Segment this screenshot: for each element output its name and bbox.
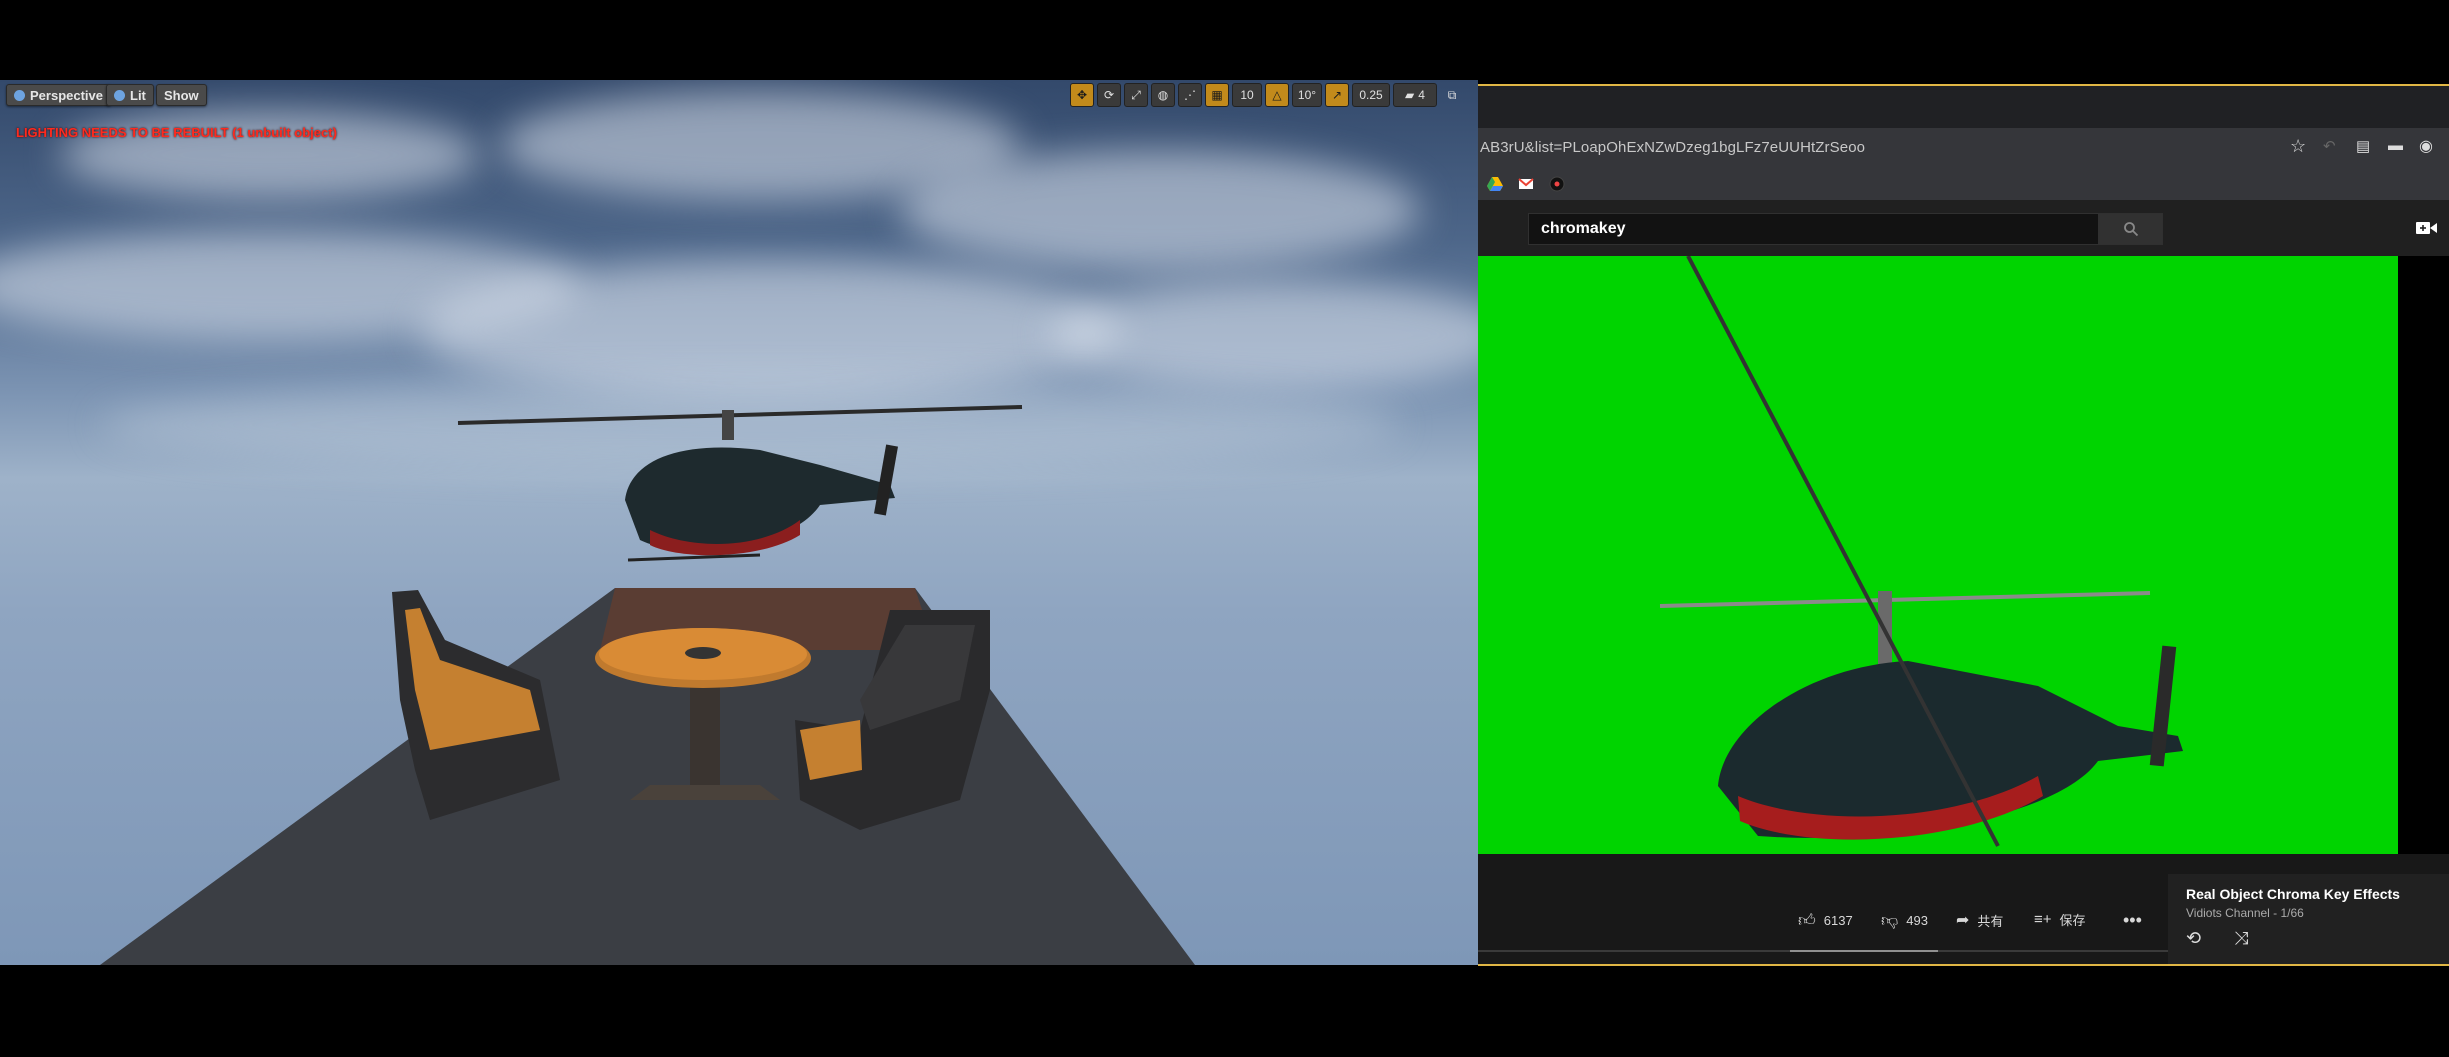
share-button[interactable]: ➦ 共有 xyxy=(1956,910,2003,930)
share-icon: ➦ xyxy=(1956,912,1970,929)
tab-strip xyxy=(1478,86,2449,128)
show-button[interactable]: Show xyxy=(156,84,207,106)
video-side-strip xyxy=(2398,256,2449,854)
camera-speed-button[interactable]: ▰ 4 xyxy=(1393,83,1437,107)
url-text[interactable]: AB3rU&list=PLoapOhExNZwDzeg1bgLFz7eUUHtZ… xyxy=(1480,139,1865,156)
viewport-toolbar: ✥ ⟳ ⤢ ◍ ⋰ ▦ 10 △ 10° ↗ 0.25 ▰ 4 ⧉ xyxy=(1070,83,1464,107)
lit-sphere-icon xyxy=(114,89,125,101)
save-button[interactable]: ≡+ 保存 xyxy=(2034,910,2086,929)
maximize-viewport-button[interactable]: ⧉ xyxy=(1440,83,1464,107)
lit-button[interactable]: Lit xyxy=(106,84,154,106)
search-input[interactable]: chromakey xyxy=(1528,213,2099,245)
address-bar[interactable]: AB3rU&list=PLoapOhExNZwDzeg1bgLFz7eUUHtZ… xyxy=(1478,128,2449,168)
surface-snap-button[interactable]: ⋰ xyxy=(1178,83,1202,107)
dislike-button[interactable]: 👎︎ 493 xyxy=(1881,910,1928,931)
world-local-button[interactable]: ◍ xyxy=(1151,83,1175,107)
search-icon xyxy=(2124,222,2139,237)
thumbs-up-icon: 👍︎ xyxy=(1798,911,1816,930)
scale-snap-toggle[interactable]: ↗ xyxy=(1325,83,1349,107)
more-icon: ••• xyxy=(2123,910,2142,930)
scale-snap-icon: ↗ xyxy=(1331,88,1343,102)
video-frame-helicopter xyxy=(1659,256,2183,847)
rotate-icon: ⟳ xyxy=(1103,88,1115,102)
like-button[interactable]: 👍︎ 6137 xyxy=(1798,910,1853,931)
rotate-tool-button[interactable]: ⟳ xyxy=(1097,83,1121,107)
globe-icon: ◍ xyxy=(1157,88,1169,102)
maximize-icon: ⧉ xyxy=(1447,87,1457,102)
angle-icon: △ xyxy=(1272,88,1282,102)
translate-icon: ✥ xyxy=(1076,88,1088,102)
thumbs-down-icon: 👎︎ xyxy=(1881,911,1899,930)
lighting-warning: LIGHTING NEEDS TO BE REBUILT (1 unbuilt … xyxy=(16,125,337,140)
grid-snap-toggle[interactable]: ▦ xyxy=(1205,83,1229,107)
account-icon[interactable]: ◉ xyxy=(2419,136,2433,156)
scene-render xyxy=(100,405,1195,965)
level-viewport[interactable]: Perspective Lit Show ✥ ⟳ ⤢ ◍ ⋰ ▦ 10 △ 10… xyxy=(0,80,1478,965)
scale-icon: ⤢ xyxy=(1131,87,1141,102)
like-ratio-fill xyxy=(1790,950,1938,952)
surface-snap-icon: ⋰ xyxy=(1184,88,1196,102)
bookmark-star-icon[interactable]: ☆ xyxy=(2290,136,2306,157)
playlist-subtitle: Vidiots Channel - 1/66 xyxy=(2186,906,2304,920)
scale-snap-value[interactable]: 0.25 xyxy=(1352,83,1390,107)
video-info-area: 👍︎ 6137 👎︎ 493 ➦ 共有 ≡+ 保存 ••• Real Objec… xyxy=(1478,854,2449,964)
camera-icon: ▰ xyxy=(1405,88,1415,102)
print-icon[interactable]: ▬ xyxy=(2388,137,2403,154)
loop-playlist-icon[interactable]: ⟲ xyxy=(2186,928,2201,949)
grid-snap-value[interactable]: 10 xyxy=(1232,83,1262,107)
scale-tool-button[interactable]: ⤢ xyxy=(1124,83,1148,107)
perspective-icon xyxy=(14,89,25,101)
media-icon[interactable]: ▤ xyxy=(2356,137,2370,155)
record-bookmark-icon[interactable] xyxy=(1549,176,1565,192)
extension-icon[interactable]: ↶ xyxy=(2323,137,2336,155)
perspective-button[interactable]: Perspective xyxy=(6,84,111,106)
grid-icon: ▦ xyxy=(1211,88,1223,102)
playlist-title[interactable]: Real Object Chroma Key Effects xyxy=(2186,886,2400,902)
browser-window: AB3rU&list=PLoapOhExNZwDzeg1bgLFz7eUUHtZ… xyxy=(1478,84,2449,966)
shuffle-playlist-icon[interactable]: ⤨ xyxy=(2234,928,2248,949)
playlist-panel: Real Object Chroma Key Effects Vidiots C… xyxy=(2168,874,2449,964)
video-player[interactable] xyxy=(1478,256,2398,854)
bookmarks-bar xyxy=(1478,168,2449,201)
rotation-snap-value[interactable]: 10° xyxy=(1292,83,1322,107)
create-video-icon[interactable] xyxy=(2416,220,2438,236)
drive-bookmark-icon[interactable] xyxy=(1487,176,1503,192)
more-actions-button[interactable]: ••• xyxy=(2123,910,2142,931)
translate-tool-button[interactable]: ✥ xyxy=(1070,83,1094,107)
gmail-bookmark-icon[interactable] xyxy=(1518,176,1534,192)
playlist-add-icon: ≡+ xyxy=(2034,911,2052,928)
search-button[interactable] xyxy=(2099,213,2163,245)
youtube-header: chromakey xyxy=(1478,200,2449,256)
rotation-snap-toggle[interactable]: △ xyxy=(1265,83,1289,107)
